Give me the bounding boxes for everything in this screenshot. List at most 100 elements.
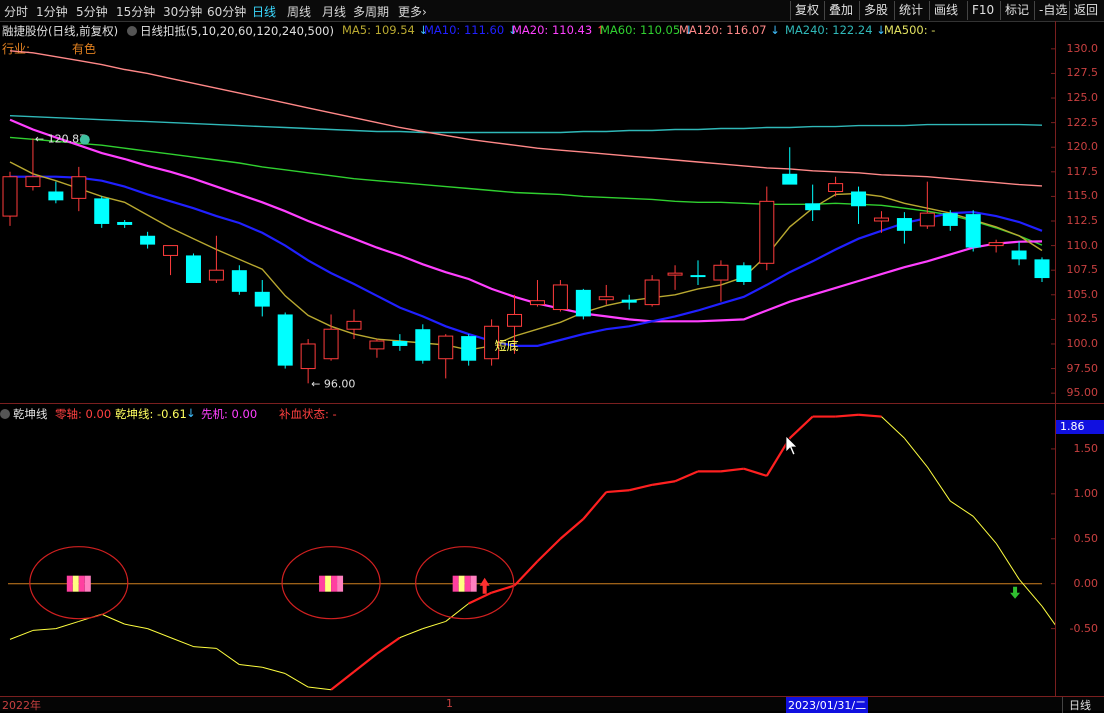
candle <box>851 186 867 224</box>
tab-1[interactable]: 1分钟 <box>36 3 68 20</box>
toolbar-button-2[interactable]: 多股 <box>859 1 892 20</box>
candle-body <box>140 235 156 245</box>
ma5-line <box>9 161 1043 351</box>
indicator-tick: 1.50 <box>1073 441 1099 455</box>
price-tick: 122.5 <box>1066 115 1099 129</box>
candle-body <box>828 183 844 192</box>
tab-7[interactable]: 周线 <box>287 3 311 20</box>
toolbar-button-4[interactable]: 画线 <box>929 1 962 20</box>
main-indicator-selector[interactable]: 日线扣抵(5,10,20,60,120,240,500) <box>127 23 334 39</box>
candle <box>644 275 660 307</box>
indicator-segment <box>835 413 859 418</box>
ma-legend-item: MA240: 122.24 ↓ <box>785 23 886 37</box>
toolbar-button-3[interactable]: 统计 <box>894 1 927 20</box>
indicator-dot-icon <box>79 134 90 145</box>
signal-bar <box>331 575 338 592</box>
candle <box>254 280 270 317</box>
month-label: 1 <box>446 697 453 710</box>
candle <box>713 260 729 302</box>
indicator-segment <box>376 636 401 655</box>
candle <box>438 334 454 379</box>
price-tick: 117.5 <box>1066 164 1099 178</box>
candle-body <box>277 314 293 366</box>
indicator-segment <box>101 613 125 625</box>
signal-bar <box>72 575 79 592</box>
candle <box>598 284 614 305</box>
indicator-chart[interactable] <box>0 404 1055 696</box>
settings-icon <box>127 26 137 36</box>
candle <box>392 334 408 351</box>
candle <box>208 235 224 283</box>
indicator-segment <box>308 686 332 691</box>
toolbar-button-6[interactable]: 标记 <box>1000 1 1033 20</box>
candle-body <box>438 335 454 360</box>
indicator-tick: 0.50 <box>1073 531 1099 545</box>
candle-body <box>988 242 1004 247</box>
candle-body <box>208 269 224 281</box>
candle <box>185 253 201 283</box>
candle-body <box>919 212 935 227</box>
candle <box>231 265 247 295</box>
cursor-date: 2023/01/31/二 <box>786 697 869 713</box>
toolbar-button-1[interactable]: 叠加 <box>824 1 857 20</box>
indicator-segment <box>262 666 286 675</box>
candle-body <box>552 284 568 311</box>
indicator-segment <box>147 628 171 639</box>
indicator-segment <box>513 560 539 587</box>
price-tick: 95.00 <box>1066 386 1099 400</box>
signal-bar <box>452 575 459 592</box>
tab-5[interactable]: 60分钟 <box>207 3 246 20</box>
indicator-segment <box>949 500 974 517</box>
ma-legend-item: MA10: 111.60 ↓ <box>424 23 518 37</box>
indicator-segment <box>720 467 744 473</box>
candle-body <box>759 200 775 264</box>
toolbar-button-0[interactable]: 复权 <box>790 1 823 20</box>
indicator-segment <box>170 637 194 648</box>
candle-body <box>873 217 889 222</box>
indicator-segment <box>399 628 423 639</box>
tab-6[interactable]: 日线 <box>252 3 276 20</box>
indicator-segment <box>216 647 240 665</box>
candle-body <box>25 176 41 188</box>
indicator-segment <box>904 437 928 468</box>
candle <box>736 262 752 285</box>
short-bottom-label: 短底 <box>495 338 519 353</box>
price-tick: 130.0 <box>1066 41 1099 55</box>
ma240-line <box>9 115 1043 134</box>
candle <box>988 239 1004 253</box>
candle-body <box>392 341 408 346</box>
tab-3[interactable]: 15分钟 <box>116 3 155 20</box>
signal-bar <box>78 575 85 592</box>
candle <box>965 210 981 252</box>
price-chart[interactable]: ← 120.87 ← 96.00 短底 <box>0 39 1055 403</box>
signal-bar <box>464 575 471 592</box>
indicator-segment <box>606 489 630 494</box>
indicator-segment <box>926 466 951 502</box>
indicator-segment <box>674 470 699 483</box>
indicator-segment <box>972 515 997 544</box>
period-label[interactable]: 日线 <box>1062 697 1091 713</box>
tab-10[interactable]: 更多› <box>398 3 427 20</box>
candle-body <box>575 289 591 317</box>
toolbar-button-5[interactable]: F10 <box>967 1 998 20</box>
tab-2[interactable]: 5分钟 <box>76 3 108 20</box>
candle-body <box>369 340 385 350</box>
toolbar-button-8[interactable]: 返回 <box>1069 1 1102 20</box>
candle <box>1034 257 1050 282</box>
tab-4[interactable]: 30分钟 <box>163 3 202 20</box>
indicator-axis: 1.50 1.00 0.50 0.00 -0.50 <box>1056 404 1104 696</box>
indicator-segment <box>468 591 493 605</box>
tab-0[interactable]: 分时 <box>4 3 28 20</box>
toolbar-button-7[interactable]: -自选 <box>1034 1 1071 20</box>
indicator-tick: 1.00 <box>1073 486 1099 500</box>
tab-9[interactable]: 多周期 <box>353 3 389 20</box>
indicator-segment <box>491 584 515 594</box>
indicator-segment <box>628 483 653 492</box>
candle <box>1011 241 1027 266</box>
indicator-segment <box>193 646 217 649</box>
signal-bar <box>337 575 344 592</box>
indicator-segment <box>651 480 676 486</box>
price-tick: 97.50 <box>1066 361 1099 375</box>
tab-8[interactable]: 月线 <box>322 3 346 20</box>
indicator-segment <box>881 416 905 439</box>
